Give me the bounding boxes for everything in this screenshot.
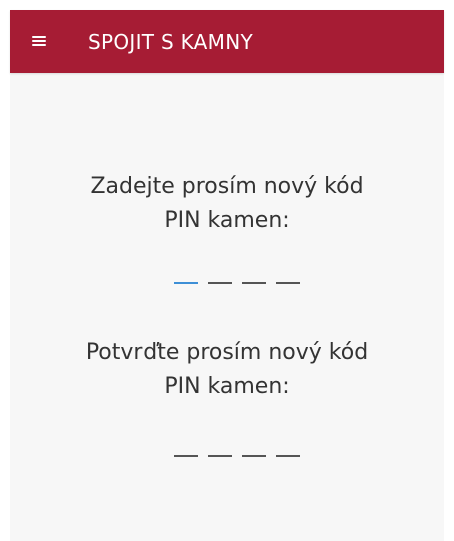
confirm-pin-slot-2[interactable]: [208, 455, 232, 457]
confirm-pin-input[interactable]: [174, 455, 300, 457]
confirm-pin-prompt-line2: PIN kamen:: [164, 374, 290, 399]
new-pin-prompt-line1: Zadejte prosím nový kód: [90, 174, 364, 199]
confirm-pin-slot-4[interactable]: [276, 455, 300, 457]
connect-stove-screen: SPOJIT S KAMNY Zadejte prosím nový kód P…: [10, 10, 444, 541]
confirm-pin-slot-1[interactable]: [174, 455, 198, 457]
confirm-pin-slot-3[interactable]: [242, 455, 266, 457]
new-pin-slot-2[interactable]: [208, 282, 232, 284]
confirm-pin-prompt: Potvrďte prosím nový kód PIN kamen:: [10, 336, 444, 404]
page-title: SPOJIT S KAMNY: [88, 30, 254, 54]
new-pin-slot-3[interactable]: [242, 282, 266, 284]
new-pin-prompt-line2: PIN kamen:: [164, 208, 290, 233]
app-bar: SPOJIT S KAMNY: [10, 10, 444, 73]
new-pin-slot-4[interactable]: [276, 282, 300, 284]
new-pin-input[interactable]: [174, 282, 300, 284]
new-pin-slot-1[interactable]: [174, 282, 198, 284]
confirm-pin-prompt-line1: Potvrďte prosím nový kód: [85, 340, 369, 365]
hamburger-menu-icon[interactable]: [32, 36, 46, 47]
new-pin-prompt: Zadejte prosím nový kód PIN kamen:: [10, 170, 444, 238]
